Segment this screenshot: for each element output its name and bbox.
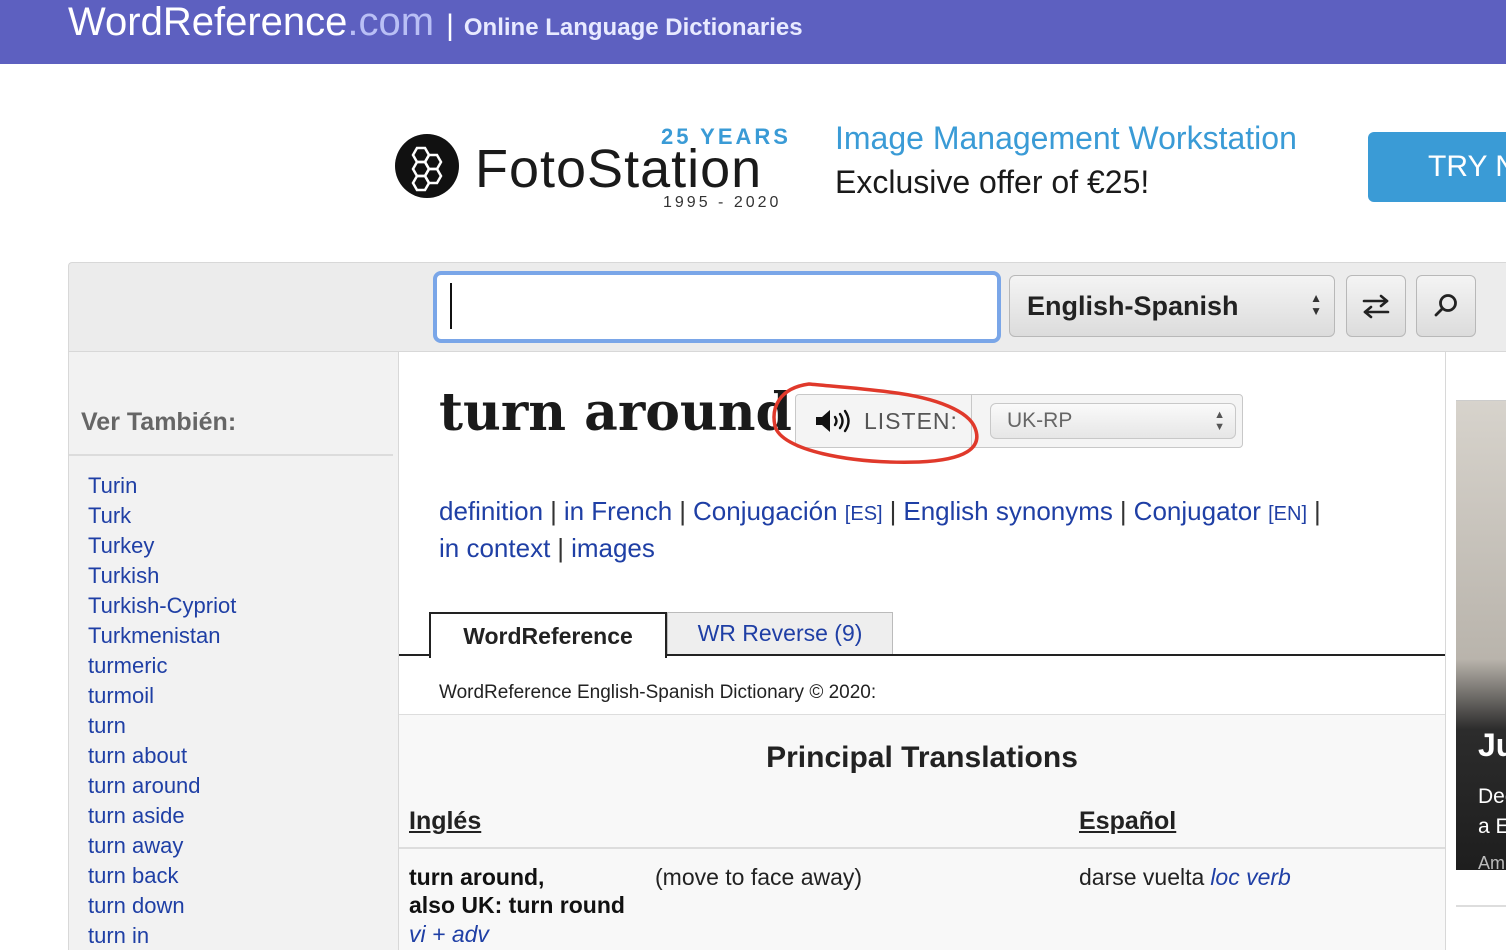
entry-term-line: turn around,	[409, 864, 545, 890]
search-button[interactable]	[1416, 275, 1476, 337]
dictionary-credit: WordReference English-Spanish Dictionary…	[439, 682, 877, 703]
site-tagline: Online Language Dictionaries	[463, 14, 803, 41]
select-arrows-icon: ▲ ▼	[1214, 409, 1225, 433]
tab-wr-reverse[interactable]: WR Reverse (9)	[667, 612, 893, 654]
page-root: WordReference .com | Online Language Dic…	[0, 0, 1506, 950]
annotation-circle	[772, 382, 979, 464]
text-caret	[450, 283, 452, 329]
swap-arrows-icon	[1362, 294, 1390, 319]
see-also-item[interactable]: Turkish-Cypriot	[88, 591, 236, 621]
accent-value: UK-RP	[1007, 409, 1073, 432]
sidebar-title: Ver También:	[81, 408, 237, 436]
magnifier-icon	[1434, 294, 1457, 317]
side-ad[interactable]: Ju Dec a E Am	[1456, 400, 1506, 870]
see-also-item[interactable]: turn about	[88, 741, 236, 771]
see-also-item[interactable]: Turkish	[88, 561, 236, 591]
language-pair-select[interactable]: English-Spanish ▲ ▼	[1009, 275, 1335, 337]
ad-headline: Image Management Workstation	[835, 120, 1297, 156]
accent-select[interactable]: UK-RP ▲ ▼	[990, 403, 1236, 439]
translation-part-of-speech: loc verb	[1210, 864, 1291, 890]
entry-translation: darse vuelta loc verb	[1079, 863, 1291, 891]
see-also-item[interactable]: Turk	[88, 501, 236, 531]
see-also-item[interactable]: Turkmenistan	[88, 621, 236, 651]
related-links: definition | in French | Conjugación [ES] | En…	[439, 496, 1321, 563]
dictionary-tabs: WordReference WR Reverse (9)	[399, 610, 1445, 658]
side-ad-text: Dec	[1478, 785, 1506, 808]
column-header-espanol: Español	[1079, 807, 1177, 835]
logo-separator: |	[446, 9, 454, 42]
see-also-item[interactable]: turn in	[88, 921, 236, 950]
link-in-context[interactable]: in context	[439, 533, 550, 563]
entry-part-of-speech: vi + adv	[409, 921, 489, 947]
link-conjugacion[interactable]: Conjugación [ES]	[693, 496, 883, 526]
entry-term: turn around, also UK: turn round	[409, 863, 625, 919]
main-content: turn around LISTEN: UK-RP ▲ ▼ definition…	[398, 352, 1446, 950]
headword: turn around	[439, 382, 792, 443]
side-ad-source: Am	[1478, 853, 1505, 870]
see-also-item[interactable]: turn	[88, 711, 236, 741]
search-bar: English-Spanish ▲ ▼	[68, 262, 1506, 352]
see-also-item[interactable]: turmeric	[88, 651, 236, 681]
translation-text: darse vuelta	[1079, 864, 1205, 890]
link-definition[interactable]: definition	[439, 496, 543, 526]
search-input[interactable]	[433, 271, 1001, 343]
see-also-list: Turin Turk Turkey Turkish Turkish-Cyprio…	[88, 471, 236, 950]
side-divider	[1456, 905, 1506, 907]
sidebar-divider	[69, 454, 393, 456]
column-header-ingles: Inglés	[409, 807, 482, 835]
link-english-synonyms[interactable]: English synonyms	[903, 496, 1113, 526]
see-also-sidebar: Ver También: Turin Turk Turkey Turkish T…	[68, 352, 398, 950]
see-also-item[interactable]: turn away	[88, 831, 236, 861]
swap-languages-button[interactable]	[1346, 275, 1406, 337]
see-also-item[interactable]: turn back	[88, 861, 236, 891]
ad-dates: 1995 - 2020	[663, 194, 782, 211]
entry-sense: (move to face away)	[655, 864, 863, 890]
see-also-item[interactable]: turmoil	[88, 681, 236, 711]
translations-section: Principal Translations Inglés Español tu…	[399, 714, 1445, 950]
site-logo[interactable]: WordReference .com | Online Language Dic…	[68, 0, 803, 48]
logo-com: .com	[347, 0, 435, 44]
see-also-item[interactable]: turn around	[88, 771, 236, 801]
language-pair-value: English-Spanish	[1027, 291, 1239, 321]
see-also-item[interactable]: Turin	[88, 471, 236, 501]
link-conjugator[interactable]: Conjugator [EN]	[1134, 496, 1307, 526]
entry-term-line: also UK: turn round	[409, 892, 625, 918]
side-ad-title: Ju	[1478, 727, 1506, 763]
section-title: Principal Translations	[766, 741, 1078, 774]
logo-wordreference: WordReference	[68, 0, 348, 44]
site-header: WordReference .com | Online Language Dic…	[0, 0, 1506, 64]
side-ad-text: a E	[1478, 815, 1506, 838]
link-in-french[interactable]: in French	[564, 496, 672, 526]
select-arrows-icon: ▲ ▼	[1310, 291, 1322, 318]
see-also-item[interactable]: turn down	[88, 891, 236, 921]
link-images[interactable]: images	[571, 533, 655, 563]
column-divider	[399, 847, 1445, 849]
ad-offer: Exclusive offer of €25!	[835, 164, 1150, 200]
see-also-item[interactable]: Turkey	[88, 531, 236, 561]
fotostation-logo-icon	[395, 134, 459, 198]
ad-brand: FotoStation	[475, 139, 763, 199]
tab-wordreference[interactable]: WordReference	[429, 612, 667, 658]
ad-banner[interactable]: 25 YEARS FotoStation 1995 - 2020 Image M…	[395, 110, 1506, 220]
see-also-item[interactable]: turn aside	[88, 801, 236, 831]
ad-try-button[interactable]: TRY N	[1368, 132, 1506, 202]
